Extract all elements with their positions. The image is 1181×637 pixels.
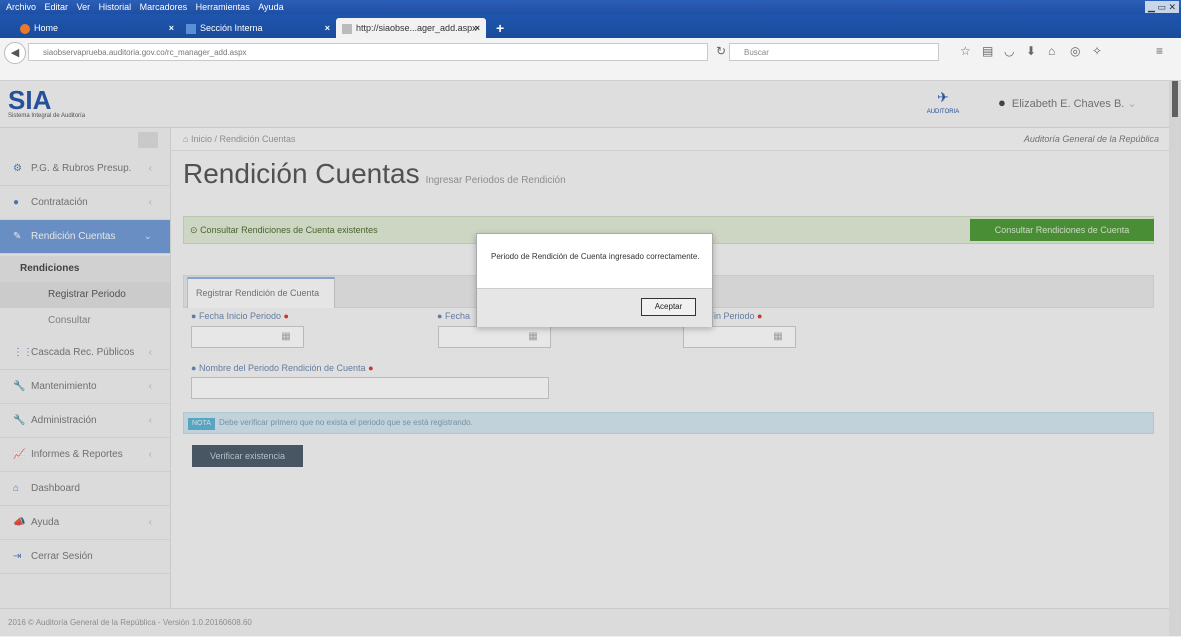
back-arrow-icon[interactable]: ◀	[4, 42, 26, 64]
menu-herramientas[interactable]: Herramientas	[196, 2, 250, 12]
new-tab-button[interactable]: +	[490, 18, 510, 38]
browser-toolbar: ◀ siaobservaprueba.auditoria.gov.co/rc_m…	[0, 38, 1181, 81]
search-field[interactable]: Buscar	[729, 43, 939, 61]
close-tab-icon[interactable]: ×	[475, 18, 480, 38]
tab-active-label: http://siaobse...ager_add.aspx	[356, 23, 477, 33]
close-tab-icon[interactable]: ×	[169, 18, 174, 38]
browser-menu-bar: Archivo Editar Ver Historial Marcadores …	[0, 0, 1181, 14]
tab-seccion-interna[interactable]: Sección Interna ×	[180, 18, 336, 38]
tab-seccion-label: Sección Interna	[200, 23, 263, 33]
clipboard-icon[interactable]: ▤	[982, 44, 993, 58]
browser-tab-bar: Home × Sección Interna × http://siaobse...…	[0, 14, 1181, 38]
menu-editar[interactable]: Editar	[45, 2, 69, 12]
firefox-icon	[20, 23, 30, 34]
menu-ayuda[interactable]: Ayuda	[258, 2, 283, 12]
reload-icon[interactable]: ↻	[716, 44, 726, 58]
tab-active-page[interactable]: http://siaobse...ager_add.aspx ×	[336, 18, 486, 38]
tab-home-label: Home	[34, 23, 59, 33]
extension-icon[interactable]: ✧	[1092, 44, 1102, 58]
menu-ver[interactable]: Ver	[77, 2, 91, 12]
accept-button[interactable]: Aceptar	[641, 298, 696, 316]
tab-home[interactable]: Home ×	[14, 18, 180, 38]
pocket-icon[interactable]: ◡	[1004, 44, 1014, 58]
window-controls[interactable]: ▁ ▭ ✕	[1145, 1, 1179, 13]
menu-marcadores[interactable]: Marcadores	[140, 2, 188, 12]
close-tab-icon[interactable]: ×	[325, 18, 330, 38]
menu-historial[interactable]: Historial	[99, 2, 132, 12]
url-field[interactable]: siaobservaprueba.auditoria.gov.co/rc_man…	[28, 43, 708, 61]
success-dialog: Periodo de Rendición de Cuenta ingresado…	[476, 233, 713, 327]
home-icon[interactable]: ⌂	[1048, 44, 1055, 58]
dialog-message: Periodo de Rendición de Cuenta ingresado…	[491, 252, 700, 261]
menu-archivo[interactable]: Archivo	[6, 2, 36, 12]
hamburger-menu-icon[interactable]: ≡	[1156, 44, 1163, 58]
modal-overlay	[0, 81, 1181, 636]
sync-icon[interactable]: ◎	[1070, 44, 1080, 58]
download-icon[interactable]: ⬇	[1026, 44, 1036, 58]
star-icon[interactable]: ☆	[960, 44, 971, 58]
page-favicon-icon	[342, 23, 352, 34]
page-favicon-icon	[186, 23, 196, 34]
